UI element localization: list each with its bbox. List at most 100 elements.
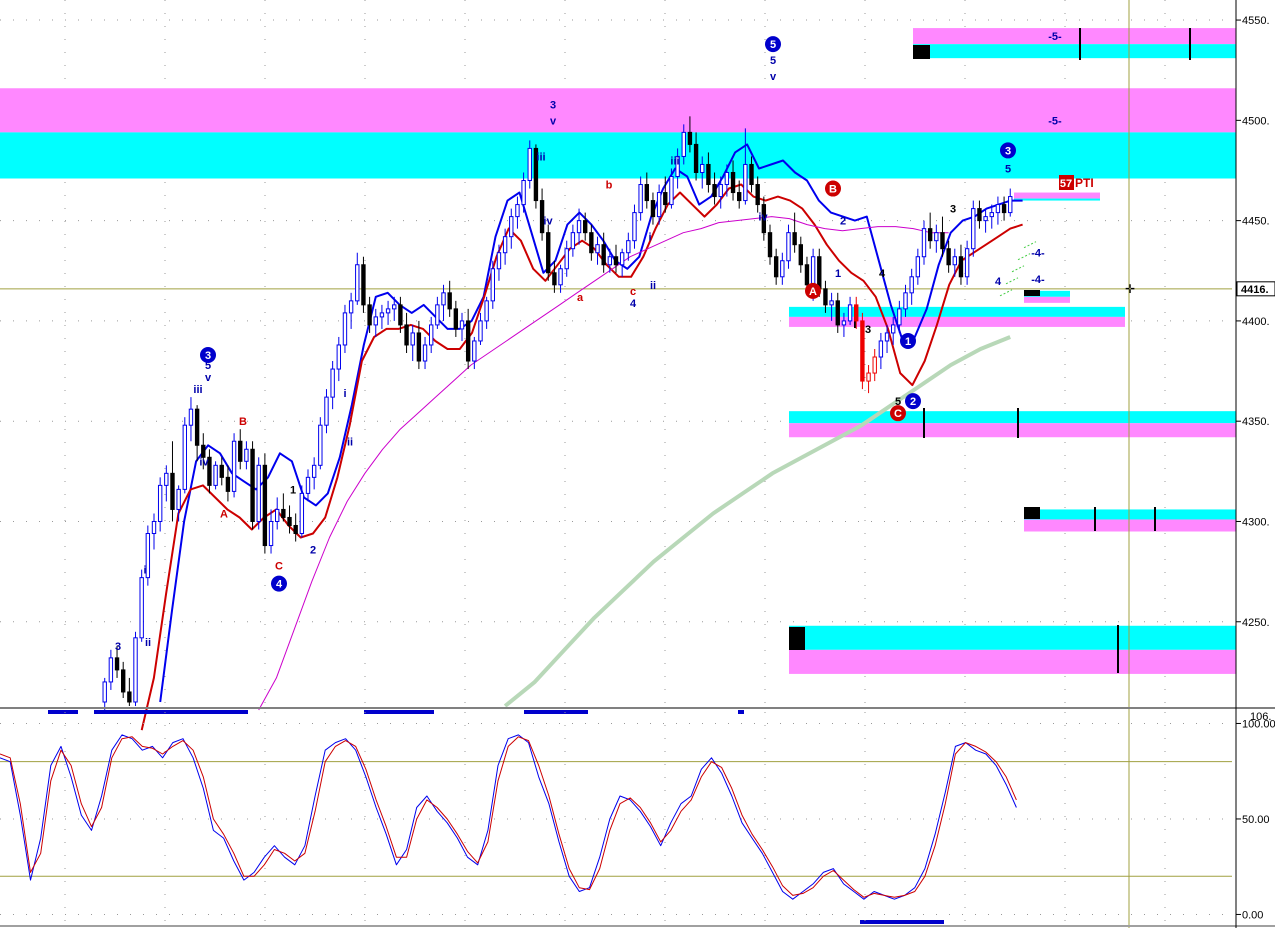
candle-body xyxy=(194,408,200,446)
wave-circle-label: 4 xyxy=(276,579,283,591)
wave-label: iv xyxy=(758,212,768,224)
candle-body xyxy=(570,232,576,250)
candle-body xyxy=(971,208,976,250)
wave-label: iv xyxy=(199,456,209,468)
candle-body xyxy=(219,464,224,478)
wave-label: -4- xyxy=(1031,274,1045,286)
candle-body xyxy=(416,332,422,362)
wave-label: iii xyxy=(670,155,679,167)
candle-body xyxy=(847,304,853,322)
candle-body xyxy=(422,344,428,362)
candle-body xyxy=(552,272,557,286)
cursor-crosshair-icon: ✛ xyxy=(1125,282,1135,296)
candle-body xyxy=(977,208,982,222)
wave-label: 5 xyxy=(1005,163,1011,175)
target-zone xyxy=(1014,192,1100,199)
stoch-axis-label: 0.00 xyxy=(1242,909,1263,921)
candle-body xyxy=(176,488,181,510)
candle-body xyxy=(706,163,711,186)
target-zone xyxy=(789,411,1236,424)
candle-body xyxy=(435,304,440,326)
candle-body xyxy=(293,524,298,535)
candle-body xyxy=(767,232,773,258)
candle-body xyxy=(546,232,551,274)
wave-label: a xyxy=(577,292,584,304)
candle-body xyxy=(589,232,594,254)
wave-label: 3 xyxy=(115,641,121,653)
activity-bar xyxy=(48,710,78,714)
candle-body xyxy=(398,304,403,326)
candle-body xyxy=(108,657,114,683)
candle-body xyxy=(465,320,471,362)
candle-body xyxy=(724,171,730,186)
candle-body xyxy=(749,163,754,186)
wave-label: i xyxy=(648,232,651,244)
axis-tick-label: 4550. xyxy=(1242,15,1270,27)
wave-circle-label: B xyxy=(829,184,837,196)
candle-body xyxy=(527,147,532,182)
candle-body xyxy=(157,484,163,522)
candle-body xyxy=(687,131,693,145)
wave-label: -5- xyxy=(1048,115,1062,127)
candle-body xyxy=(182,424,187,490)
candle-body xyxy=(958,256,964,278)
candle-body xyxy=(564,248,569,270)
candle-body xyxy=(983,216,988,222)
candle-body xyxy=(681,131,686,157)
candle-body xyxy=(829,300,834,306)
wave-circle-label: A xyxy=(809,286,817,298)
candle-body xyxy=(644,184,649,202)
candle-body xyxy=(299,492,305,535)
candle-body xyxy=(139,577,144,639)
candle-body xyxy=(127,691,132,703)
wave-label: 3 xyxy=(865,324,871,336)
candle-body xyxy=(823,288,828,306)
candle-body xyxy=(509,216,514,238)
chart-stage: ✛ 3 ii i iii 5 v iv A B C 1 2 i ii iii iv 3 v a b c 4 i ii iii iv… xyxy=(0,0,1275,928)
activity-bar xyxy=(524,710,588,714)
candle-body xyxy=(121,669,126,693)
wave-label: B xyxy=(239,416,247,428)
price-chart[interactable]: ✛ 3 iiiiii5vivABC12iiiiiiiv3vabc4iiiiiiiv… xyxy=(0,0,1275,928)
candle-body xyxy=(318,424,323,466)
candle-body xyxy=(281,508,286,518)
candle-body xyxy=(927,228,933,242)
target-zone xyxy=(1024,296,1070,303)
wave-circle-label: 3 xyxy=(205,350,211,362)
candle-body xyxy=(355,264,360,302)
candle-body xyxy=(773,256,779,278)
activity-bar xyxy=(364,710,434,714)
target-zone xyxy=(913,28,1236,45)
candle-body xyxy=(102,681,107,703)
candle-body xyxy=(650,200,656,218)
candle-body xyxy=(626,240,631,254)
wave-label: 2 xyxy=(840,216,846,228)
wave-label: iii xyxy=(536,151,545,163)
candle-body xyxy=(755,184,760,206)
candle-body xyxy=(1001,204,1007,214)
candle-body xyxy=(866,372,871,382)
candle-body xyxy=(952,256,957,266)
candle-body xyxy=(817,256,822,290)
candle-body xyxy=(244,448,249,462)
candle-body xyxy=(940,232,945,250)
candle-body xyxy=(1008,196,1013,214)
candle-body xyxy=(311,464,317,478)
stoch-axis-label: 50.00 xyxy=(1242,814,1270,826)
candle-body xyxy=(490,268,495,302)
candle-body xyxy=(878,340,884,358)
candle-body xyxy=(164,472,169,486)
candle-body xyxy=(330,368,335,398)
pti-number: 57 xyxy=(1060,178,1072,190)
candle-body xyxy=(392,304,397,310)
stoch-top-label: 106. xyxy=(1250,711,1271,723)
zone-tag xyxy=(1024,290,1040,296)
wave-label: 3 xyxy=(550,99,556,111)
candle-body xyxy=(478,320,483,342)
candle-body xyxy=(718,184,723,198)
axis-tick-label: 4250. xyxy=(1242,617,1270,629)
candle-body xyxy=(114,657,120,671)
candle-body xyxy=(583,220,588,234)
candle-body xyxy=(385,308,391,314)
candle-body xyxy=(860,320,865,382)
